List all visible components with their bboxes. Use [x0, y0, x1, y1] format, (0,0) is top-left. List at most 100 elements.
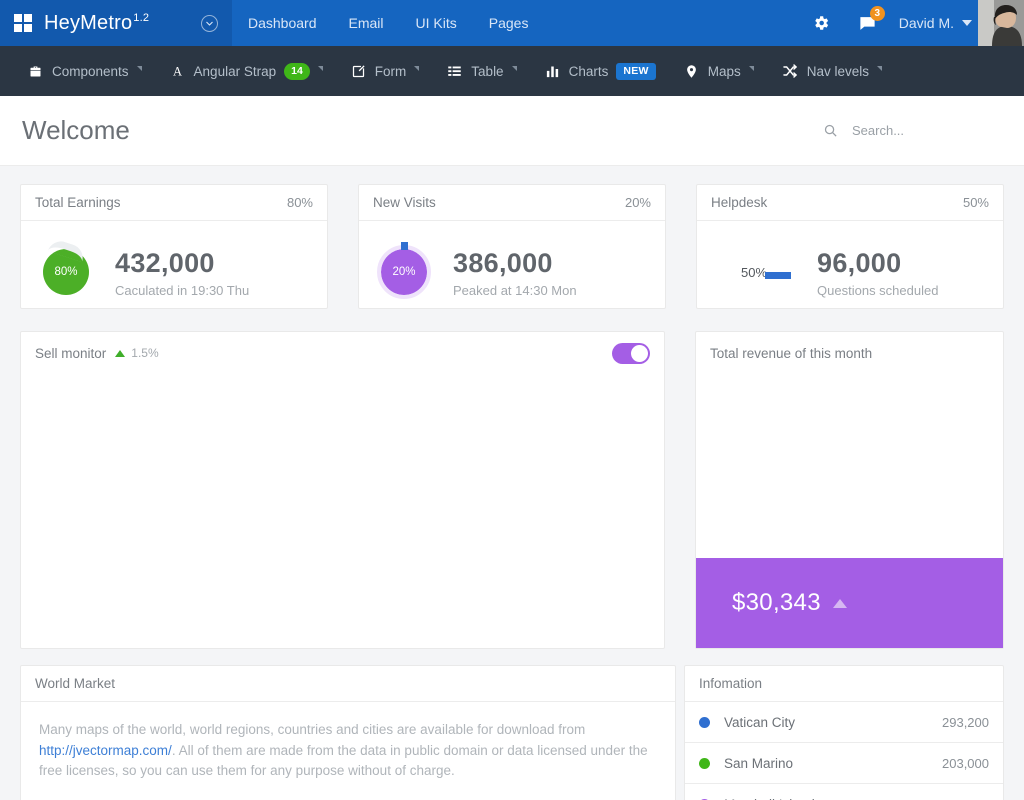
card-body: Many maps of the world, world regions, c… — [21, 702, 675, 782]
secondary-navigation-bar: Components A Angular Strap 14 Form Table… — [0, 46, 1024, 96]
caret-down-icon — [748, 66, 754, 76]
card-title: Infomation — [699, 676, 763, 691]
card-title: Total revenue of this month — [710, 345, 873, 361]
bar-gauge-helpdesk: 50% — [741, 264, 792, 280]
market-text-before: Many maps of the world, world regions, c… — [39, 722, 586, 737]
briefcase-icon — [28, 64, 43, 79]
nav-item-ui-kits[interactable]: UI Kits — [400, 0, 473, 46]
sell-monitor-card: Sell monitor 1.5% — [20, 331, 665, 649]
charts-row: Sell monitor 1.5% Total revenue of this … — [20, 331, 1004, 649]
avatar[interactable] — [978, 0, 1024, 46]
sell-monitor-toggle[interactable] — [612, 342, 650, 364]
primary-nav: Dashboard Email UI Kits Pages — [232, 0, 544, 46]
list-icon — [447, 64, 462, 79]
trend-value: 1.5% — [131, 346, 159, 360]
user-menu[interactable]: David M. — [891, 0, 978, 46]
toggle-knob — [631, 344, 648, 362]
card-header: World Market — [21, 666, 675, 702]
subnav-label-charts: Charts — [568, 63, 609, 79]
caret-down-icon — [511, 66, 517, 76]
jvectormap-link[interactable]: http://jvectormap.com/ — [39, 743, 172, 758]
donut-chart-new-visits: 20% — [377, 242, 431, 299]
status-dot — [699, 716, 710, 728]
message-icon[interactable]: 3 — [844, 0, 891, 46]
stat-card-helpdesk: Helpdesk 50% 50% 96,000 Questions schedu… — [696, 184, 1004, 309]
gear-icon[interactable] — [798, 0, 844, 46]
list-item-label: Vatican City — [724, 714, 796, 730]
stat-card-total-earnings: Total Earnings 80% 80% 432,000 Caculated… — [20, 184, 328, 309]
card-percent-label: 20% — [624, 195, 651, 210]
subnav-item-components[interactable]: Components — [14, 46, 156, 96]
revenue-card: Total revenue of this month $30,343 — [695, 331, 1004, 649]
nav-item-email[interactable]: Email — [333, 0, 400, 46]
stat-value: 386,000 — [453, 247, 553, 278]
information-card: Infomation Vatican City 293,200 San Mari… — [684, 665, 1004, 800]
card-header: Sell monitor 1.5% — [21, 332, 664, 374]
card-body: 50% 96,000 Questions scheduled — [697, 221, 1003, 309]
brand-name: HeyMetro1.2 — [44, 12, 149, 35]
bar-gauge-label: 50% — [741, 264, 768, 280]
caret-down-icon — [414, 66, 420, 76]
revenue-amount: $30,343 — [732, 589, 821, 616]
subnav-label-form: Form — [374, 63, 407, 79]
subnav-label-table: Table — [471, 63, 504, 79]
donut-arc — [47, 237, 87, 263]
message-count-badge: 3 — [869, 6, 885, 21]
brand-name-text: HeyMetro — [44, 11, 133, 34]
subnav-label-maps: Maps — [707, 63, 741, 79]
list-item-value: 203,000 — [942, 755, 989, 771]
card-title: Helpdesk — [711, 195, 768, 210]
stat-value: 96,000 — [817, 247, 902, 278]
shuffle-icon — [782, 63, 798, 79]
stat-subtitle: Questions scheduled — [817, 282, 939, 298]
edit-square-icon — [351, 64, 366, 79]
user-name-label: David M. — [898, 15, 954, 31]
subnav-item-angular-strap[interactable]: A Angular Strap 14 — [156, 46, 337, 96]
search-box[interactable] — [823, 123, 1002, 138]
subnav-label-angular-strap: Angular Strap — [193, 63, 277, 79]
page-title: Welcome — [22, 115, 130, 145]
search-icon[interactable] — [823, 123, 838, 138]
card-title: World Market — [35, 676, 116, 691]
stats-row: Total Earnings 80% 80% 432,000 Caculated… — [20, 184, 1004, 309]
brand-block[interactable]: HeyMetro1.2 — [0, 0, 232, 46]
donut-marker — [401, 242, 408, 250]
subnav-label-nav-levels: Nav levels — [806, 63, 870, 79]
nav-item-dashboard[interactable]: Dashboard — [232, 0, 333, 46]
card-header: Helpdesk 50% — [697, 185, 1003, 221]
stat-card-new-visits: New Visits 20% 20% 386,000 Peaked at 14:… — [358, 184, 666, 309]
caret-down-icon — [317, 66, 323, 76]
revenue-footer: $30,343 — [696, 558, 1003, 648]
market-description: Many maps of the world, world regions, c… — [39, 720, 657, 782]
subnav-item-nav-levels[interactable]: Nav levels — [768, 46, 896, 96]
triangle-up-icon — [115, 349, 126, 357]
search-input[interactable] — [852, 123, 1002, 138]
list-item-value: 293,200 — [942, 714, 989, 730]
card-header: New Visits 20% — [359, 185, 665, 221]
subnav-item-maps[interactable]: Maps — [670, 46, 768, 96]
chevron-down-circle-icon[interactable] — [201, 14, 218, 32]
stat-subtitle: Peaked at 14:30 Mon — [453, 282, 577, 298]
list-item[interactable]: Vatican City 293,200 — [685, 702, 1003, 743]
list-item[interactable]: Marshall Islands 180.230 — [685, 784, 1003, 800]
caret-down-icon — [962, 20, 972, 26]
bar-chart-icon — [545, 64, 560, 79]
status-dot — [699, 757, 710, 769]
subnav-badge-angular-strap: 14 — [284, 62, 310, 80]
subnav-item-table[interactable]: Table — [433, 46, 530, 96]
subnav-item-charts[interactable]: Charts NEW — [531, 46, 670, 96]
world-market-card: World Market Many maps of the world, wor… — [20, 665, 676, 800]
card-title: New Visits — [373, 195, 436, 210]
map-pin-icon — [684, 64, 699, 79]
card-percent-label: 50% — [962, 195, 989, 210]
stat-value: 432,000 — [115, 247, 215, 278]
stat-text: 96,000 Questions scheduled — [817, 247, 938, 298]
subnav-badge-charts: NEW — [616, 62, 656, 80]
top-navigation-bar: HeyMetro1.2 Dashboard Email UI Kits Page… — [0, 0, 1024, 46]
card-percent-label: 80% — [286, 195, 313, 210]
stat-text: 386,000 Peaked at 14:30 Mon — [453, 247, 577, 298]
stat-text: 432,000 Caculated in 19:30 Thu — [115, 247, 249, 298]
nav-item-pages[interactable]: Pages — [473, 0, 545, 46]
list-item[interactable]: San Marino 203,000 — [685, 743, 1003, 784]
subnav-item-form[interactable]: Form — [337, 46, 434, 96]
